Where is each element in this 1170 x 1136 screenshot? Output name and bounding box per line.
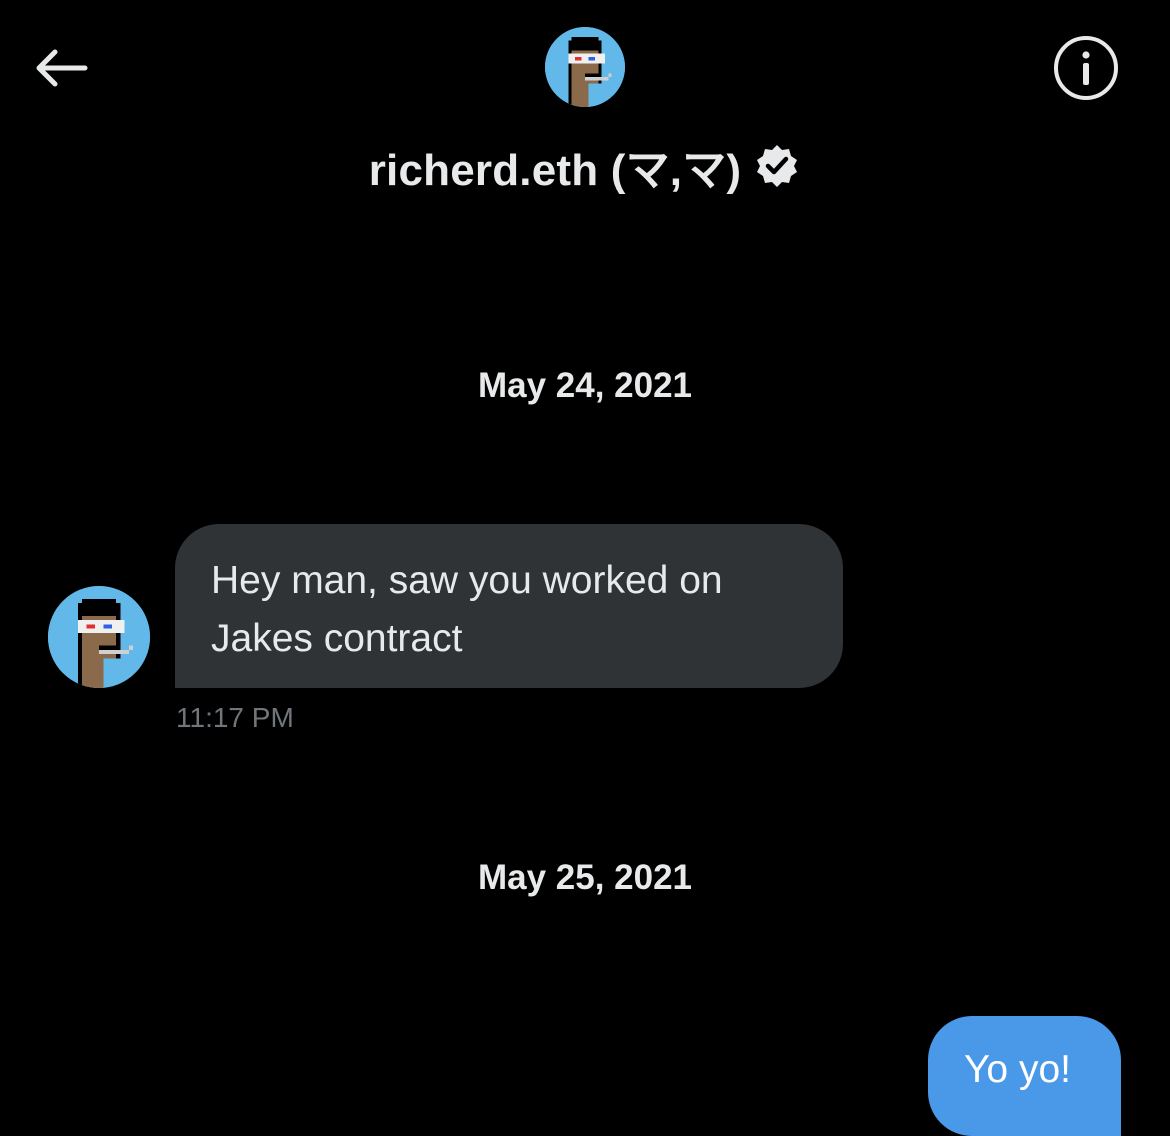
- arrow-left-icon: [36, 49, 88, 87]
- info-circle-icon: [1054, 36, 1118, 100]
- contact-avatar[interactable]: [545, 27, 625, 107]
- message-text-line: Hey man, saw you worked on: [211, 559, 723, 602]
- sender-avatar[interactable]: [48, 586, 150, 688]
- punk-avatar-icon: [545, 27, 625, 107]
- message-text-line: Jakes contract: [211, 617, 463, 660]
- incoming-message-bubble[interactable]: Hey man, saw you worked on Jakes contrac…: [175, 524, 843, 688]
- back-button[interactable]: [30, 40, 92, 96]
- date-separator: May 24, 2021: [477, 366, 693, 405]
- date-separator: May 25, 2021: [477, 858, 693, 897]
- contact-header[interactable]: richerd.eth (マ,マ): [0, 136, 1170, 196]
- contact-name: richerd.eth (マ,マ): [368, 146, 742, 195]
- message-text: Yo yo!: [964, 1048, 1071, 1091]
- conversation-info-button[interactable]: [1052, 34, 1120, 102]
- message-timestamp: 11:17 PM: [176, 702, 294, 733]
- punk-avatar-icon: [48, 586, 150, 688]
- verified-badge-icon: [757, 145, 798, 187]
- outgoing-message-bubble[interactable]: Yo yo!: [928, 1016, 1121, 1136]
